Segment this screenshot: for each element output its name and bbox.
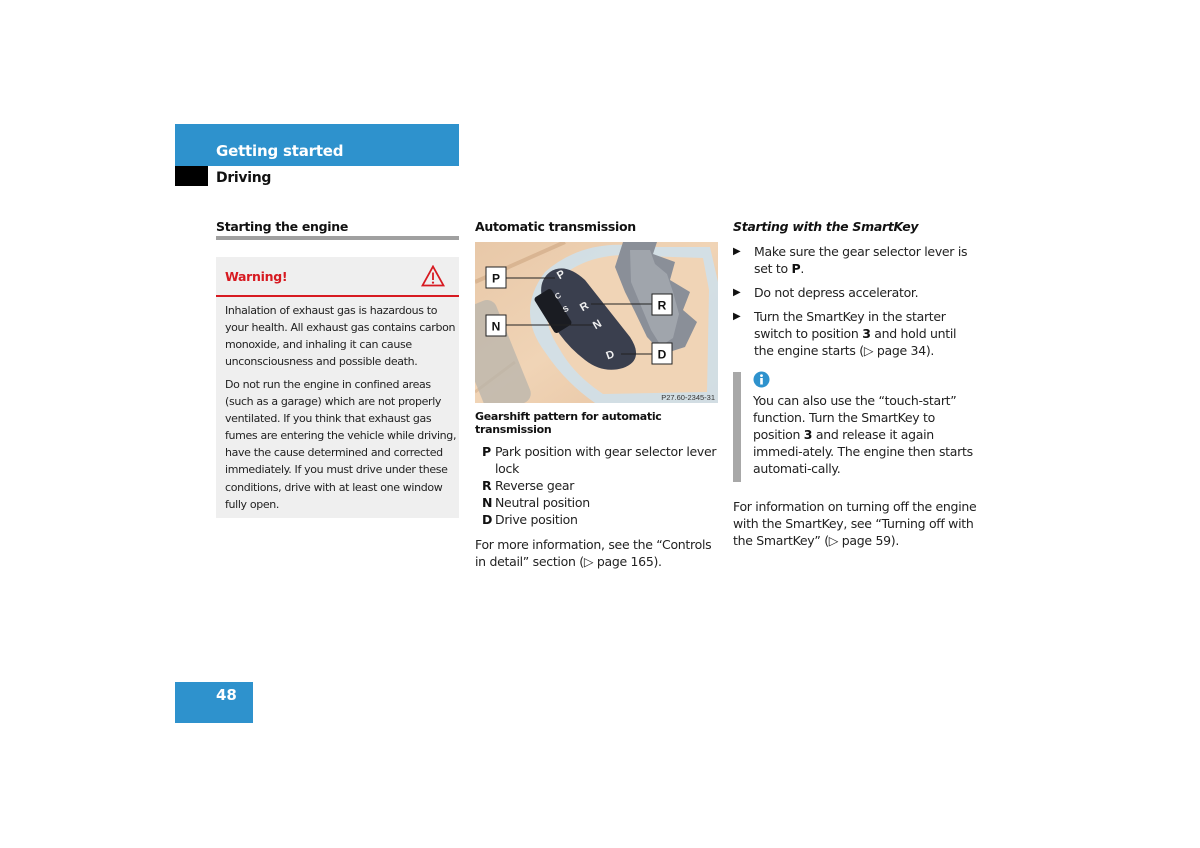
page-link[interactable]: page 165). (593, 554, 662, 569)
svg-text:R: R (658, 299, 667, 313)
warning-title: Warning! (225, 269, 288, 284)
heading-rule (216, 236, 459, 240)
legend-text: Neutral position (495, 495, 590, 510)
legend-key: N (482, 495, 493, 510)
svg-text:P: P (492, 272, 500, 286)
callout-n: N (485, 314, 507, 337)
bullet-arrow-icon: ▶ (733, 287, 741, 298)
legend-item: P Park position with gear selector lever… (482, 443, 718, 477)
step-text: Make sure the gear selector lever is set… (754, 244, 968, 276)
warning-rule (216, 295, 459, 297)
turning-off-reference: For information on turning off the engin… (733, 499, 977, 548)
step-text: Turn the SmartKey in the starter switch … (754, 309, 957, 358)
callout-d: D (651, 342, 673, 365)
bullet-arrow-icon: ▶ (733, 246, 741, 257)
automatic-transmission-heading: Automatic transmission (475, 219, 636, 234)
info-note: You can also use the “touch-start” funct… (753, 393, 973, 476)
subsection-title: Driving (216, 170, 272, 186)
instruction-step: ▶ Do not depress accelerator. (733, 284, 978, 301)
info-icon (753, 371, 770, 388)
legend-item: N Neutral position (482, 494, 718, 511)
svg-text:N: N (492, 320, 501, 334)
gearshift-figure: C S P R N D P R N D P27.60-2345-31 (475, 242, 718, 403)
legend-text: Reverse gear (495, 478, 575, 493)
warning-paragraph: Do not run the engine in confined areas … (225, 378, 457, 511)
controls-reference: For more information, see the “Controls … (475, 536, 720, 570)
callout-r: R (651, 293, 673, 316)
page-number: 48 (216, 686, 237, 704)
legend-key: D (482, 512, 493, 527)
legend-key: R (482, 478, 492, 493)
page-arrow-icon: ▷ (583, 554, 594, 569)
warning-triangle-icon (420, 264, 446, 287)
page-number-box (175, 682, 253, 723)
instruction-step: ▶ Make sure the gear selector lever is s… (733, 243, 978, 277)
step-text: Do not depress accelerator. (754, 285, 919, 300)
callout-p: P (485, 266, 507, 289)
smartkey-heading: Starting with the SmartKey (733, 219, 919, 234)
legend-item: R Reverse gear (482, 477, 718, 494)
section-marker (175, 166, 208, 186)
warning-paragraph: Inhalation of exhaust gas is hazardous t… (225, 304, 456, 369)
instruction-step: ▶ Turn the SmartKey in the starter switc… (733, 308, 978, 359)
legend-item: D Drive position (482, 511, 718, 528)
legend-text: Drive position (495, 512, 578, 527)
starting-engine-heading: Starting the engine (216, 219, 349, 234)
svg-text:D: D (658, 348, 667, 362)
bullet-arrow-icon: ▶ (733, 311, 741, 322)
figure-caption: Gearshift pattern for automatic transmis… (475, 410, 662, 436)
legend-key: P (482, 444, 491, 459)
info-bar (733, 372, 741, 482)
section-title: Getting started (216, 142, 344, 160)
image-code: P27.60-2345-31 (661, 393, 715, 402)
legend-text: Park position with gear selector lever l… (495, 444, 717, 476)
